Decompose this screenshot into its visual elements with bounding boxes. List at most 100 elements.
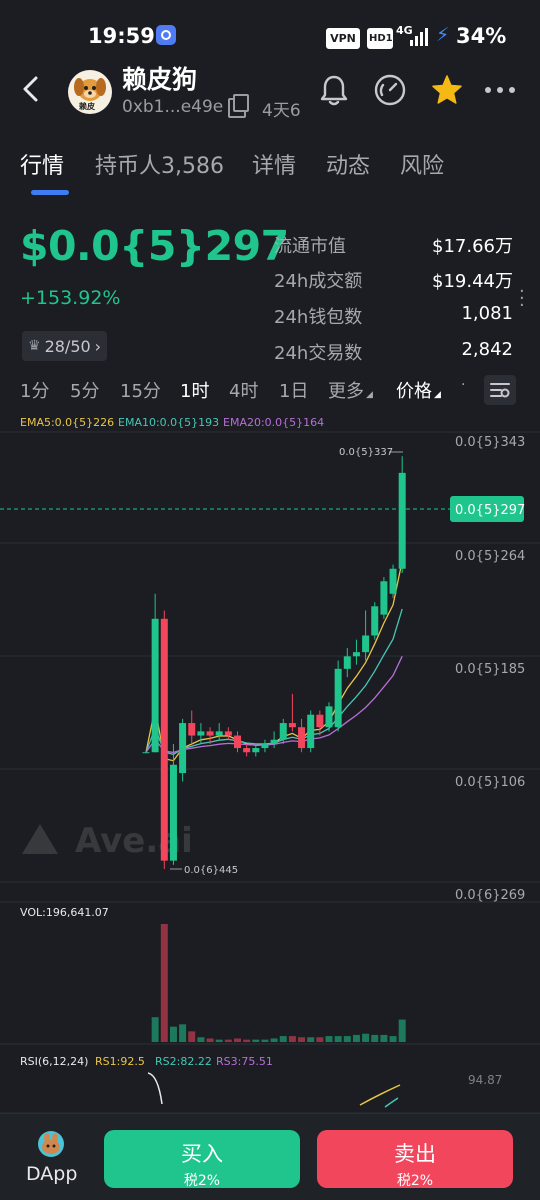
volume-bar: [243, 1039, 251, 1042]
dapp-label[interactable]: DApp: [26, 1163, 77, 1185]
vertical-more-icon[interactable]: · · ·: [519, 283, 525, 315]
timeframe-4h[interactable]: 4时: [229, 377, 258, 403]
volume-bar: [371, 1034, 379, 1042]
stat-value-volume: $19.44万: [432, 271, 513, 292]
timeframe-5m[interactable]: 5分: [70, 377, 99, 403]
price-axis-label: 0.0{5}185: [455, 662, 525, 677]
candle: [389, 568, 397, 594]
favorite-star-icon[interactable]: [429, 72, 465, 108]
volume-bar: [334, 1036, 342, 1042]
volume-bar: [179, 1024, 187, 1042]
candle: [234, 735, 241, 749]
bell-icon[interactable]: [316, 72, 352, 108]
tab-details[interactable]: 详情: [252, 148, 296, 180]
candle: [352, 652, 360, 657]
candle: [261, 743, 269, 749]
candle: [316, 714, 324, 728]
price-change: +153.92%: [20, 287, 121, 309]
sell-tax: 税2%: [396, 1173, 434, 1189]
rsi3-label: RS3:75.51: [216, 1055, 273, 1068]
token-name: 赖皮狗: [122, 65, 198, 94]
crown-icon: ♛: [28, 338, 41, 354]
rank-badge[interactable]: ♛ 28/50 ›: [22, 331, 108, 361]
timeframe-more[interactable]: 更多 ◢: [328, 377, 373, 403]
volume-bar: [188, 1031, 196, 1042]
back-icon[interactable]: [20, 74, 42, 112]
tab-activity[interactable]: 动态: [326, 148, 370, 180]
volume-bar: [169, 1026, 177, 1042]
sell-label: 卖出: [394, 1142, 436, 1166]
stat-label-volume: 24h成交额: [274, 271, 363, 292]
candle: [252, 748, 260, 753]
candle: [160, 618, 168, 861]
signal-icon: [410, 28, 432, 46]
volume-bar: [352, 1034, 360, 1042]
rank-value: 28/50: [44, 336, 91, 356]
price-axis-label: 0.0{5}106: [455, 775, 525, 790]
candle: [243, 748, 251, 753]
stat-value-market-cap: $17.66万: [432, 236, 513, 257]
charging-icon: ⚡: [436, 24, 450, 46]
volume-bar: [316, 1037, 324, 1042]
more-options-icon[interactable]: [482, 72, 518, 108]
price-chart[interactable]: Ave.ai 0.0{5}337 0.0{6}445 0.0{5}343 0.0…: [0, 430, 540, 1113]
candle: [307, 714, 315, 749]
candle: [334, 668, 342, 728]
volume-bar: [224, 1039, 232, 1042]
candle: [270, 739, 278, 744]
candle: [398, 472, 406, 569]
ema20-label: EMA20:0.0{5}164: [223, 416, 325, 429]
token-logo: 赖皮: [68, 70, 112, 114]
current-price-tag-text: 0.0{5}297: [455, 503, 525, 518]
rsi1-line: [359, 1084, 401, 1106]
stat-label-wallets: 24h钱包数: [274, 307, 363, 328]
candle: [169, 764, 177, 861]
chart-settings-icon[interactable]: [484, 375, 516, 405]
volume-bar: [197, 1037, 205, 1042]
sell-button[interactable]: 卖出 税2%: [317, 1130, 513, 1189]
volume-bar: [362, 1033, 370, 1042]
volume-bar: [270, 1038, 278, 1042]
clock: 19:59: [88, 24, 155, 48]
candle: [362, 635, 370, 653]
volume-bar: [160, 924, 168, 1042]
candle: [380, 581, 388, 615]
buy-tax: 税2%: [183, 1173, 221, 1189]
timeframe-1h[interactable]: 1时: [180, 377, 209, 403]
candle: [151, 618, 159, 753]
volume-bar: [234, 1038, 241, 1042]
dapp-icon[interactable]: [38, 1131, 64, 1157]
candle: [224, 731, 232, 736]
timeframe-1d[interactable]: 1日: [279, 377, 308, 403]
buy-label: 买入: [181, 1142, 223, 1166]
battery-level: 34%: [456, 24, 507, 48]
stat-label-market-cap: 流通市值: [274, 236, 346, 257]
gauge-icon[interactable]: [372, 72, 408, 108]
tab-holders[interactable]: 持币人3,586: [95, 148, 224, 180]
volume-bar: [252, 1039, 260, 1042]
notification-app-icon: [156, 25, 176, 45]
chevron-right-icon: ›: [94, 336, 102, 356]
copy-icon[interactable]: [228, 94, 249, 118]
candle: [142, 752, 150, 754]
tab-risk[interactable]: 风险: [400, 148, 444, 180]
candle: [215, 731, 223, 736]
candle: [279, 723, 287, 740]
timeframe-1m[interactable]: 1分: [20, 377, 49, 403]
token-age: 4天6: [262, 101, 301, 121]
timeframe-15m[interactable]: 15分: [120, 377, 161, 403]
current-price: $0.0{5}297: [20, 222, 289, 270]
volume-bar: [380, 1034, 388, 1042]
contract-address[interactable]: 0xb1...e49e: [122, 97, 223, 117]
tab-market[interactable]: 行情: [20, 148, 64, 180]
chart-type-price[interactable]: 价格 ◢: [396, 377, 441, 403]
volume-bar: [343, 1036, 351, 1042]
volume-bar: [288, 1036, 296, 1042]
separator-dot: ·: [461, 377, 466, 393]
buy-button[interactable]: 买入 税2%: [104, 1130, 300, 1189]
high-marker-label: 0.0{5}337: [339, 447, 393, 458]
rsi2-label: RS2:82.22: [155, 1055, 212, 1068]
status-bar: 19:59 VPN HD1 4G ⚡ 34%: [0, 0, 540, 70]
volume-bar: [307, 1037, 315, 1042]
rsi1-label: RS1:92.5: [95, 1055, 145, 1068]
